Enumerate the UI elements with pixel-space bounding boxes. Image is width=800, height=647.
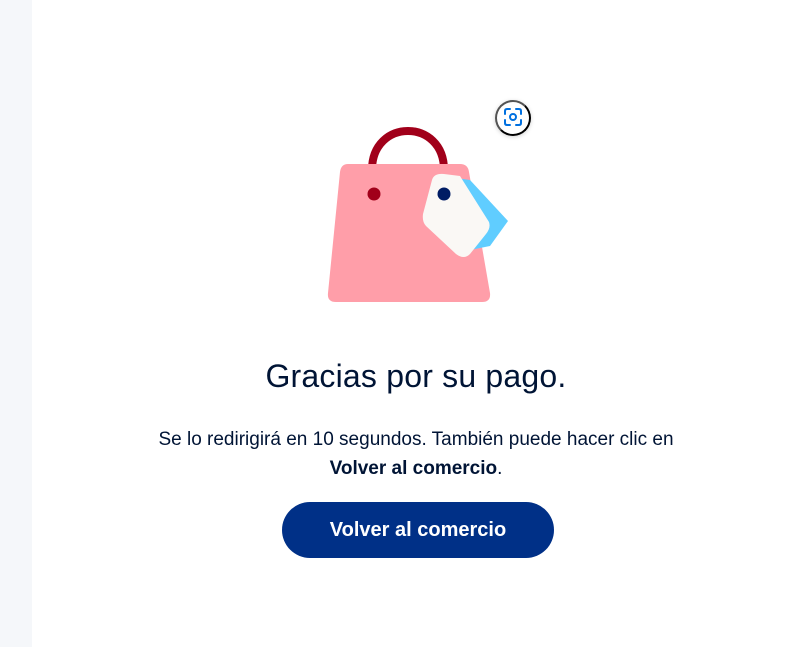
left-gutter: [0, 0, 32, 647]
redirect-message-link-text: Volver al comercio: [329, 458, 498, 479]
shopping-bag-illustration: [320, 118, 520, 318]
redirect-message: Se lo redirigirá en 10 segundos. También…: [92, 425, 740, 483]
scan-qr-icon: [503, 107, 523, 130]
page-title: Gracias por su pago.: [265, 358, 567, 394]
return-to-merchant-button[interactable]: Volver al comercio: [282, 502, 554, 558]
redirect-message-text: Se lo redirigirá en 10 segundos. También…: [158, 429, 674, 450]
scan-button[interactable]: [495, 100, 531, 136]
redirect-message-suffix: .: [497, 458, 503, 479]
